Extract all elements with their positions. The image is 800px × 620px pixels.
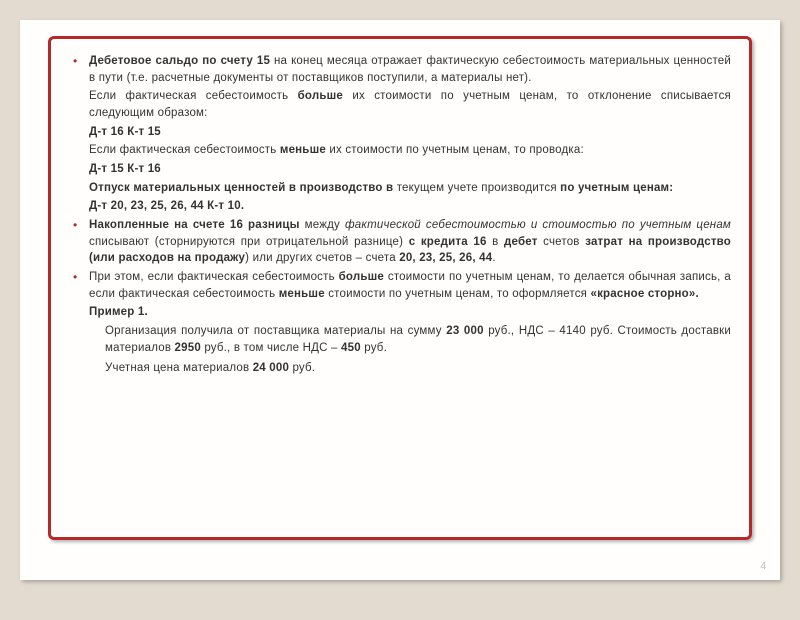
bold-text: 24 000 [253,362,289,374]
bold-text: «красное сторно». [590,288,698,300]
text: списывают (сторнируются при отрицательно… [89,236,409,248]
bold-text: Отпуск материальных ценностей в производ… [89,182,393,194]
text: их стоимости по учетным ценам, то провод… [326,144,584,156]
bold-text: больше [339,271,384,283]
bold-text: с кредита 16 [409,236,487,248]
bold-text: Дебетовое сальдо по счету 15 [89,55,270,67]
bold-text: 20, 23, 25, 26, 44 [399,252,492,264]
para-if-greater: Если фактическая себестоимость больше их… [85,88,731,121]
entry-dt16-kt15: Д-т 16 К-т 15 [85,124,731,141]
bold-text: меньше [279,288,325,300]
text: руб. [289,362,315,374]
bold-text: Накопленные на счете 16 разницы [89,219,300,231]
text: . [492,252,495,264]
text: руб., в том числе НДС – [201,342,341,354]
example-heading: Пример 1. [85,304,731,321]
text: руб. [361,342,387,354]
text: ) или других счетов – счета [245,252,399,264]
para-red-storno: При этом, если фактическая себестоимость… [85,269,731,302]
text: в [487,236,504,248]
example-line2: Учетная цена материалов 24 000 руб. [85,360,731,377]
para-debit-balance: Дебетовое сальдо по счету 15 на конец ме… [85,53,731,86]
bold-text: 23 000 [446,325,483,337]
example-line1: Организация получила от поставщика матер… [85,323,731,356]
bold-text: по учетным ценам: [560,182,673,194]
text: Организация получила от поставщика матер… [105,325,446,337]
bold-text: меньше [280,144,326,156]
text: текущем учете производится [393,182,560,194]
text: Если фактическая себестоимость [89,144,280,156]
text: счетов [538,236,586,248]
entry-dt20-kt10: Д-т 20, 23, 25, 26, 44 К-т 10. [85,198,731,215]
text: Учетная цена материалов [105,362,253,374]
para-accumulated-diff: Накопленные на счете 16 разницы между фа… [85,217,731,267]
para-if-less: Если фактическая себестоимость меньше их… [85,142,731,159]
para-release-production: Отпуск материальных ценностей в производ… [85,180,731,197]
bold-text: Д-т 16 К-т 15 [89,126,161,138]
text: Если фактическая себестоимость [89,90,298,102]
text: стоимости по учетным ценам, то оформляет… [325,288,591,300]
bold-text: дебет [504,236,538,248]
text: При этом, если фактическая себестоимость [89,271,339,283]
bold-text: 450 [341,342,361,354]
content-frame: Дебетовое сальдо по счету 15 на конец ме… [48,36,752,540]
entry-dt15-kt16: Д-т 15 К-т 16 [85,161,731,178]
bullet-list: Дебетовое сальдо по счету 15 на конец ме… [69,53,731,377]
page-number: 4 [760,561,766,572]
bold-text: Пример 1. [89,306,148,318]
italic-text: фактической себестоимостью и стоимостью … [345,219,731,231]
bold-text: 2950 [175,342,201,354]
bold-text: больше [298,90,343,102]
text: между [300,219,345,231]
slide: Дебетовое сальдо по счету 15 на конец ме… [20,20,780,580]
bold-text: Д-т 20, 23, 25, 26, 44 К-т 10. [89,200,244,212]
content-body: Дебетовое сальдо по счету 15 на конец ме… [69,53,731,377]
bold-text: Д-т 15 К-т 16 [89,163,161,175]
